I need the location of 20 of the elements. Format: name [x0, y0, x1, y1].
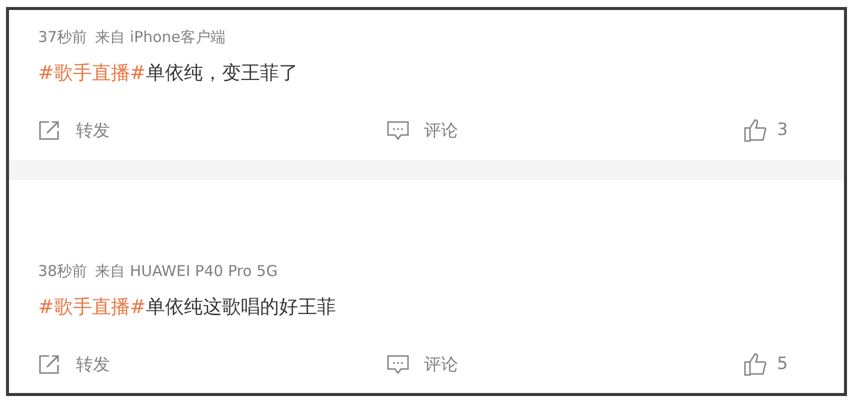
- repost-button[interactable]: 转发: [38, 118, 386, 142]
- topic-link[interactable]: #歌手直播#: [38, 62, 146, 84]
- comment-button[interactable]: 评论: [386, 118, 743, 142]
- topic-link[interactable]: #歌手直播#: [38, 296, 146, 318]
- like-button[interactable]: 3: [743, 118, 844, 142]
- thumbs-up-icon: [743, 352, 769, 376]
- repost-button[interactable]: 转发: [38, 352, 386, 376]
- comment-icon: [386, 353, 410, 375]
- comment-icon: [386, 119, 410, 141]
- post-time: 38秒前: [38, 261, 88, 282]
- share-icon: [38, 353, 62, 375]
- post-source: 来自 HUAWEI P40 Pro 5G: [95, 261, 278, 282]
- post-text: 单依纯，变王菲了: [146, 62, 298, 84]
- share-icon: [38, 119, 62, 141]
- post-text: 单依纯这歌唱的好王菲: [146, 296, 336, 318]
- comment-button[interactable]: 评论: [386, 352, 743, 376]
- post-source: 来自 iPhone客户端: [95, 27, 226, 48]
- post-time: 37秒前: [38, 27, 88, 48]
- like-button[interactable]: 5: [743, 352, 844, 376]
- thumbs-up-icon: [743, 118, 769, 142]
